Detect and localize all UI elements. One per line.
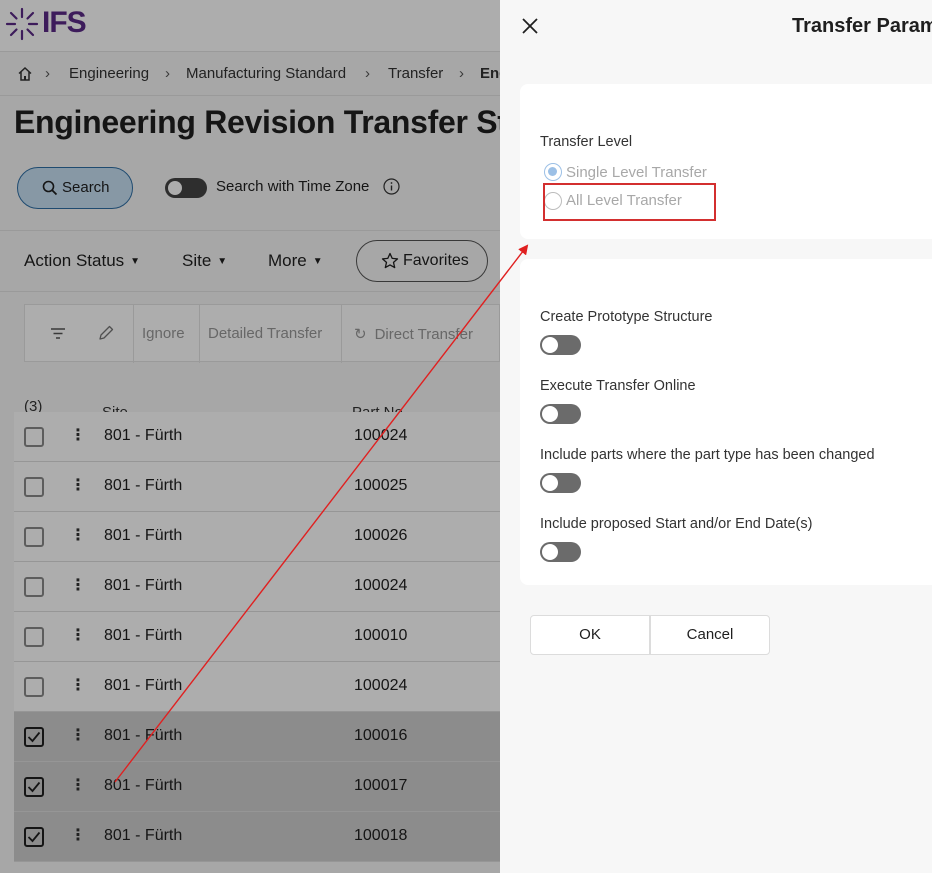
single-level-radio[interactable] [544, 163, 562, 181]
cancel-button[interactable]: Cancel [650, 615, 770, 655]
single-level-label: Single Level Transfer [566, 164, 707, 181]
switch-knob [542, 475, 558, 491]
dialog-title: Transfer Param [792, 15, 932, 37]
switch-knob [542, 406, 558, 422]
create-prototype-switch[interactable] [540, 335, 581, 355]
close-icon[interactable] [518, 14, 542, 38]
background-page: IFS › Engineering › Manufacturing Standa… [0, 0, 500, 873]
include-proposed-dates-label: Include proposed Start and/or End Date(s… [540, 516, 813, 532]
include-part-type-changed-label: Include parts where the part type has be… [540, 447, 875, 463]
transfer-options-card: Create Prototype Structure Execute Trans… [520, 259, 932, 585]
create-prototype-label: Create Prototype Structure [540, 309, 713, 325]
transfer-level-card: Transfer Level Single Level Transfer All… [520, 84, 932, 239]
transfer-level-label: Transfer Level [540, 134, 633, 150]
switch-knob [542, 544, 558, 560]
execute-online-label: Execute Transfer Online [540, 378, 696, 394]
switch-knob [542, 337, 558, 353]
annotation-highlight-box [543, 183, 716, 221]
ok-button[interactable]: OK [530, 615, 650, 655]
execute-online-switch[interactable] [540, 404, 581, 424]
include-proposed-dates-switch[interactable] [540, 542, 581, 562]
include-part-type-changed-switch[interactable] [540, 473, 581, 493]
transfer-parameters-dialog: Transfer Param Transfer Level Single Lev… [500, 0, 932, 873]
modal-scrim[interactable] [0, 0, 500, 873]
